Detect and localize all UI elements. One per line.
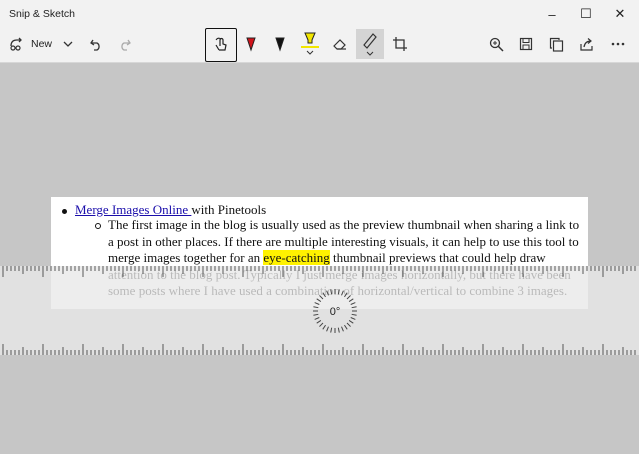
undo-button[interactable] — [87, 30, 105, 58]
dial-tick — [350, 302, 356, 305]
dial-tick — [319, 322, 324, 327]
angle-dial: 0° — [313, 289, 357, 333]
dial-tick — [330, 327, 333, 333]
dial-tick — [313, 313, 319, 316]
minimize-icon: – — [548, 6, 556, 22]
toolbar: New — [0, 28, 639, 63]
crop-icon — [393, 37, 407, 51]
dial-tick — [337, 327, 340, 333]
app-title: Snip & Sketch — [9, 8, 75, 20]
dial-tick — [337, 289, 340, 295]
copy-icon — [549, 37, 563, 52]
touch-writing-icon — [215, 37, 227, 51]
dial-tick — [344, 324, 348, 330]
dial-tick — [341, 326, 344, 332]
share-icon — [579, 37, 593, 51]
maximize-button[interactable]: ☐ — [569, 0, 603, 28]
share-button[interactable] — [577, 30, 595, 58]
dial-tick — [346, 322, 351, 327]
dial-tick — [341, 290, 344, 296]
touch-writing-button[interactable] — [205, 28, 237, 62]
copy-button[interactable] — [547, 30, 565, 58]
pencil-icon — [275, 37, 285, 52]
more-icon — [611, 42, 625, 46]
dial-tick — [313, 306, 319, 309]
zoom-icon — [489, 37, 504, 52]
eraser-button[interactable] — [331, 30, 349, 58]
highlighter-icon — [301, 32, 319, 55]
save-as-button[interactable] — [517, 30, 535, 58]
dial-tick — [314, 317, 320, 320]
dial-tick — [346, 295, 351, 300]
pencil-button[interactable] — [271, 30, 289, 58]
dial-tick — [319, 295, 324, 300]
close-button[interactable]: ✕ — [603, 0, 637, 28]
ruler-icon — [363, 33, 377, 56]
image-crop-button[interactable] — [391, 30, 409, 58]
new-label: New — [31, 38, 53, 50]
sub-bullet-icon — [95, 223, 101, 229]
dial-tick — [344, 292, 348, 298]
bullet-icon — [62, 208, 67, 214]
ballpoint-pen-icon — [246, 37, 256, 52]
dial-tick — [330, 289, 333, 295]
list-item: Merge Images Online with Pinetools — [62, 202, 266, 218]
link-suffix-text: with Pinetools — [191, 202, 267, 217]
dial-tick — [316, 320, 322, 324]
chevron-down-icon — [63, 41, 73, 47]
redo-icon — [121, 39, 131, 51]
dial-tick — [351, 313, 357, 316]
dial-tick — [314, 302, 320, 305]
close-icon: ✕ — [614, 6, 626, 21]
highlighter-button[interactable] — [298, 30, 322, 58]
maximize-icon: ☐ — [580, 6, 592, 21]
eraser-icon — [333, 39, 346, 50]
see-more-button[interactable] — [607, 30, 629, 58]
new-snip-icon — [10, 37, 22, 51]
ruler-button[interactable] — [356, 29, 384, 59]
angle-label: 0° — [330, 306, 341, 318]
dial-tick — [351, 306, 357, 309]
dial-tick — [316, 298, 322, 302]
title-bar: Snip & Sketch – ☐ ✕ — [0, 0, 639, 28]
zoom-button[interactable] — [487, 30, 505, 58]
minimize-button[interactable]: – — [535, 0, 569, 28]
dial-tick — [348, 320, 354, 324]
ballpoint-pen-button[interactable] — [242, 30, 260, 58]
new-snip-button[interactable]: New — [9, 30, 52, 58]
merge-images-link[interactable]: Merge Images Online — [75, 202, 191, 217]
save-icon — [519, 37, 533, 51]
dial-tick — [322, 324, 326, 330]
dial-tick — [326, 290, 329, 296]
redo-button[interactable] — [116, 30, 134, 58]
undo-icon — [90, 39, 100, 51]
dial-tick — [322, 292, 326, 298]
dial-tick — [350, 317, 356, 320]
new-snip-dropdown[interactable] — [60, 30, 76, 58]
highlighted-text: eye-catching — [263, 250, 330, 265]
dial-tick — [326, 326, 329, 332]
dial-tick — [348, 298, 354, 302]
